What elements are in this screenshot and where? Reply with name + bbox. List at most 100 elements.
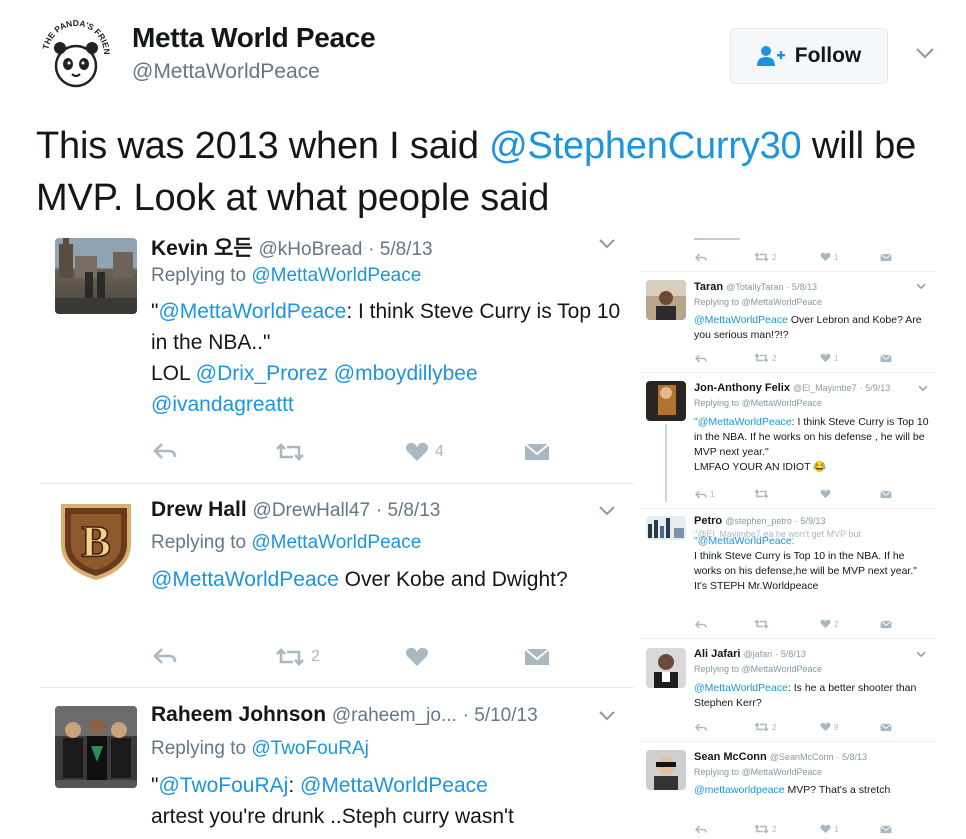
side-avatar[interactable] [646, 280, 686, 320]
reply-author-name[interactable]: Drew Hall @DrewHall47 · 5/8/13 [151, 498, 440, 522]
chevron-down-icon[interactable] [918, 385, 928, 392]
side-name[interactable]: Jon-Anthony Felix [694, 382, 790, 394]
chevron-down-icon[interactable] [916, 651, 926, 658]
message-icon[interactable] [880, 490, 892, 499]
replying-to-link[interactable]: @TwoFouRAj [251, 738, 369, 759]
reply-date[interactable]: · 5/10/13 [463, 705, 538, 726]
like-icon[interactable]: 2 [820, 619, 838, 629]
side-avatar[interactable] [646, 750, 686, 790]
replying-to-link[interactable]: @MettaWorldPeace [251, 532, 421, 553]
retweet-icon[interactable]: 2 [754, 722, 776, 732]
reply-icon[interactable] [695, 825, 707, 834]
reply-icon[interactable] [695, 253, 707, 262]
reply-icon[interactable] [153, 442, 177, 460]
chevron-down-icon[interactable] [916, 283, 926, 290]
replying-to-link[interactable]: @MettaWorldPeace [251, 265, 421, 286]
side-handle[interactable]: @SeanMcConn [770, 752, 834, 762]
reply-mention-link[interactable]: @MettaWorldPeace [158, 300, 346, 323]
retweet-icon[interactable]: 2 [275, 647, 320, 667]
reply-mention-link[interactable]: @MettaWorldPeace [151, 568, 339, 591]
reply-name-text[interactable]: Drew Hall [151, 498, 247, 521]
reply-author-name[interactable]: Raheem Johnson @raheem_jo... · 5/10/13 [151, 703, 538, 727]
follow-button[interactable]: Follow [730, 28, 888, 84]
like-icon[interactable] [820, 489, 831, 499]
author-handle[interactable]: @MettaWorldPeace [132, 60, 320, 84]
author-name[interactable]: Metta World Peace [132, 22, 376, 54]
side-handle[interactable]: @TotallyTaran [726, 282, 783, 292]
side-avatar[interactable] [646, 648, 686, 688]
message-icon[interactable] [880, 620, 892, 629]
like-icon[interactable]: 1 [820, 353, 838, 363]
reply-avatar[interactable]: B [55, 500, 137, 580]
retweet-icon[interactable]: 2 [754, 252, 776, 262]
message-icon[interactable] [524, 647, 550, 667]
reply-name-text[interactable]: Raheem Johnson [151, 703, 326, 726]
chevron-down-icon[interactable] [598, 710, 616, 722]
like-icon[interactable]: 4 [405, 442, 444, 462]
side-mention-link[interactable]: @MettaWorldPeace [694, 314, 788, 326]
like-icon[interactable]: 1 [820, 824, 838, 834]
reply-mention-link[interactable]: @MettaWorldPeace [300, 774, 488, 797]
side-author[interactable]: Taran @TotallyTaran · 5/8/13 [694, 281, 817, 293]
reply-mention-link[interactable]: @mboydillybee [334, 362, 478, 385]
follow-person-icon [756, 45, 787, 67]
side-name[interactable]: Ali Jafari [694, 648, 740, 660]
reply-handle[interactable]: @DrewHall47 [253, 500, 371, 521]
side-mention-link[interactable]: "@MettaWorldPeace: [694, 535, 795, 547]
side-author[interactable]: Petro @stephen_petro · 5/9/13 [694, 515, 825, 527]
message-icon[interactable] [880, 723, 892, 732]
author-avatar[interactable]: THE PANDA'S FRIEND [36, 14, 116, 94]
side-mention-link[interactable]: "@MettaWorldPeace [694, 416, 792, 428]
side-author[interactable]: Sean McConn @SeanMcConn · 5/8/13 [694, 751, 867, 763]
reply-handle[interactable]: @kHoBread [259, 239, 363, 260]
message-icon[interactable] [880, 253, 892, 262]
side-date[interactable]: · 5/9/13 [860, 383, 891, 393]
reply-icon[interactable]: 1 [695, 490, 714, 499]
reply-icon[interactable] [153, 647, 177, 665]
chevron-down-icon[interactable] [915, 46, 935, 60]
like-icon[interactable]: 1 [820, 252, 838, 262]
reply-name-text[interactable]: Kevin 오든 [151, 237, 253, 260]
reply-icon[interactable] [695, 620, 707, 629]
side-date[interactable]: · 5/8/13 [786, 282, 817, 292]
reply-mention-link[interactable]: @TwoFouRAj [158, 774, 288, 797]
reply-icon[interactable] [695, 354, 707, 363]
chevron-down-icon[interactable] [598, 505, 616, 517]
side-mention-link[interactable]: @mettaworldpeace [694, 784, 785, 796]
message-icon[interactable] [880, 825, 892, 834]
reply-avatar[interactable] [55, 706, 137, 788]
message-icon[interactable] [524, 442, 550, 462]
like-icon[interactable]: 9 [820, 722, 838, 732]
side-name[interactable]: Taran [694, 281, 723, 293]
side-avatar[interactable] [646, 516, 686, 540]
like-icon[interactable] [405, 647, 435, 667]
chevron-down-icon[interactable] [598, 238, 616, 250]
side-date[interactable]: · 5/8/13 [775, 649, 806, 659]
side-name[interactable]: Sean McConn [694, 751, 767, 763]
reply-mention-link[interactable]: @Drix_Prorez [196, 362, 328, 385]
retweet-icon[interactable] [754, 489, 769, 499]
tweet-mention-link[interactable]: @StephenCurry30 [489, 125, 802, 167]
reply-date[interactable]: · 5/8/13 [368, 239, 432, 260]
reply-handle[interactable]: @raheem_jo... [332, 705, 457, 726]
side-date[interactable]: · 5/8/13 [837, 752, 868, 762]
retweet-icon[interactable]: 2 [754, 353, 776, 363]
side-avatar[interactable] [646, 381, 686, 421]
side-handle[interactable]: @stephen_petro [725, 516, 792, 526]
reply-mention-link[interactable]: @ivandagreattt [151, 393, 294, 416]
retweet-icon[interactable] [754, 619, 769, 629]
reply-author-name[interactable]: Kevin 오든 @kHoBread · 5/8/13 [151, 232, 433, 262]
side-date[interactable]: · 5/9/13 [795, 516, 826, 526]
side-handle[interactable]: @El_Mayimbe7 [793, 383, 857, 393]
retweet-icon[interactable]: 2 [754, 824, 776, 834]
reply-date[interactable]: · 5/8/13 [376, 500, 440, 521]
side-handle[interactable]: @jafari [744, 649, 773, 659]
reply-icon[interactable] [695, 723, 707, 732]
side-author[interactable]: Jon-Anthony Felix @El_Mayimbe7 · 5/9/13 [694, 382, 890, 394]
side-mention-link[interactable]: @MettaWorldPeace [694, 682, 788, 694]
reply-avatar[interactable] [55, 238, 137, 314]
side-name[interactable]: Petro [694, 515, 722, 527]
message-icon[interactable] [880, 354, 892, 363]
side-author[interactable]: Ali Jafari @jafari · 5/8/13 [694, 648, 806, 660]
retweet-icon[interactable] [275, 442, 311, 462]
